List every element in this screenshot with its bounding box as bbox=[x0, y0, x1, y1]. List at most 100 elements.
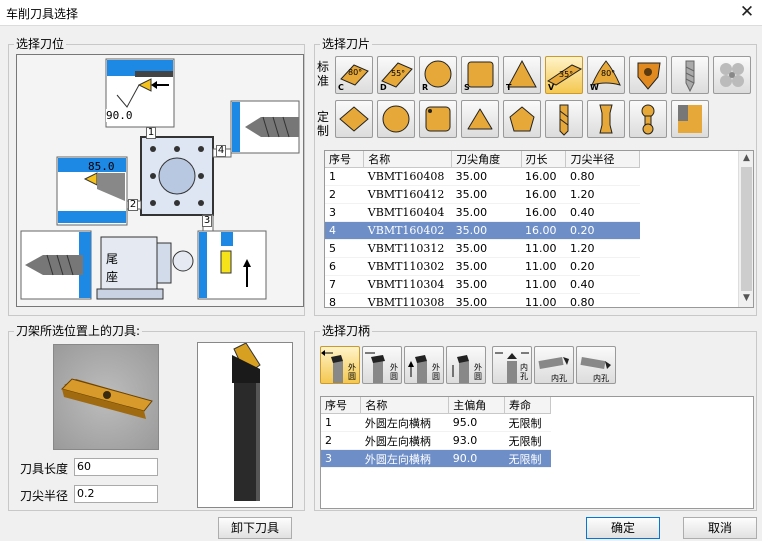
insert-row[interactable]: 6 VBMT110302 35.00 11.00 0.20 bbox=[325, 257, 640, 276]
custom-round-button[interactable] bbox=[377, 100, 415, 138]
thread-insert-button[interactable] bbox=[629, 56, 667, 94]
col-holder-name[interactable]: 名称 bbox=[360, 397, 450, 414]
tool-length-field[interactable]: 60 bbox=[74, 458, 158, 476]
cancel-button[interactable]: 取消 bbox=[683, 517, 757, 539]
insert-type-r-button[interactable]: R bbox=[419, 56, 457, 94]
holder-preview bbox=[197, 342, 293, 508]
custom-triangle-button[interactable] bbox=[461, 100, 499, 138]
insert-cell: 0.80 bbox=[565, 293, 640, 307]
custom-keyhole-button[interactable] bbox=[629, 100, 667, 138]
insert-type-s-button[interactable]: S bbox=[461, 56, 499, 94]
insert-cell: 0.20 bbox=[565, 221, 640, 240]
holder-type-3-button[interactable]: 外圆 bbox=[404, 346, 444, 384]
mill-tool-button[interactable] bbox=[713, 56, 751, 94]
custom-block-button[interactable] bbox=[671, 100, 709, 138]
insert-table-body: 1 VBMT160408 35.00 16.00 0.80 2 VBMT160412 35.0… bbox=[325, 167, 640, 307]
holder-row[interactable]: 1 外圆左向横柄 95.0 无限制 bbox=[321, 413, 551, 432]
unload-tool-button[interactable]: 卸下刀具 bbox=[218, 517, 292, 539]
scroll-down-icon[interactable]: ▼ bbox=[739, 291, 753, 306]
insert-cell: 0.20 bbox=[565, 257, 640, 276]
holder-shape-icon bbox=[232, 342, 261, 501]
col-tool-life[interactable]: 寿命 bbox=[504, 397, 551, 414]
insert-cell: 0.80 bbox=[565, 167, 640, 186]
holder-cell: 外圆左向横柄 bbox=[360, 431, 449, 450]
custom-pentagon-button[interactable] bbox=[503, 100, 541, 138]
insert-row[interactable]: 3 VBMT160404 35.00 16.00 0.40 bbox=[325, 203, 640, 222]
insert-row[interactable]: 4 VBMT160402 35.00 16.00 0.20 bbox=[325, 221, 640, 240]
insert-row[interactable]: 2 VBMT160412 35.00 16.00 1.20 bbox=[325, 185, 640, 204]
col-holder-index[interactable]: 序号 bbox=[321, 397, 362, 414]
insert-type-v-button[interactable]: V 35° bbox=[545, 56, 583, 94]
custom-triangle-icon bbox=[467, 108, 493, 130]
holder-cell: 90.0 bbox=[448, 449, 505, 468]
insert-row[interactable]: 1 VBMT160408 35.00 16.00 0.80 bbox=[325, 167, 640, 186]
holder-type-4-button[interactable]: 外圆 bbox=[446, 346, 486, 384]
tip-radius-field[interactable]: 0.2 bbox=[74, 485, 158, 503]
custom-block-icon bbox=[678, 105, 702, 133]
insert-cell: 0.40 bbox=[565, 203, 640, 222]
insert-table: 序号 名称 刀尖角度 刃长 刀尖半径 1 VBMT160408 35.00 16.00… bbox=[325, 151, 640, 307]
holder-type-5-button[interactable]: 内孔 bbox=[492, 346, 532, 384]
insert-row[interactable]: 5 VBMT110312 35.00 11.00 1.20 bbox=[325, 239, 640, 258]
holder-cell: 1 bbox=[321, 413, 361, 432]
holder-cell: 93.0 bbox=[448, 431, 505, 450]
col-name[interactable]: 名称 bbox=[363, 151, 453, 168]
insert-cell: 11.00 bbox=[521, 257, 566, 276]
close-button[interactable]: ✕ bbox=[736, 2, 758, 22]
insert-type-w-button[interactable]: W 80° bbox=[587, 56, 625, 94]
insert-type-c-button[interactable]: C 80° bbox=[335, 56, 373, 94]
custom-groove-button[interactable] bbox=[587, 100, 625, 138]
holder-type-6-button[interactable]: 内孔 bbox=[534, 346, 574, 384]
holder-group-label: 选择刀柄 bbox=[320, 324, 373, 338]
col-index[interactable]: 序号 bbox=[325, 151, 365, 168]
insert-table-scrollbar[interactable]: ▲ ▼ bbox=[738, 151, 753, 307]
tailstock-label-1: 尾 bbox=[106, 252, 119, 266]
insert-cell: 35.00 bbox=[451, 275, 522, 294]
holder-table: 序号 名称 主偏角 寿命 1 外圆左向横柄 95.0 无限制 2 外圆左向横柄 93.0 无限… bbox=[321, 397, 551, 468]
insert-preview bbox=[53, 344, 159, 450]
tap-tool-button[interactable] bbox=[671, 56, 709, 94]
col-tip-angle[interactable]: 刀尖角度 bbox=[451, 151, 522, 168]
insert-cell: 4 bbox=[325, 221, 364, 240]
insert-cell: 35.00 bbox=[451, 167, 522, 186]
holder-type-2-button[interactable]: 外圆 bbox=[362, 346, 402, 384]
scroll-up-icon[interactable]: ▲ bbox=[739, 151, 753, 166]
scroll-thumb[interactable] bbox=[741, 167, 752, 291]
insert-row[interactable]: 8 VBMT110308 35.00 11.00 0.80 bbox=[325, 293, 640, 307]
insert-cell: VBMT160402 bbox=[363, 221, 452, 240]
col-edge-length[interactable]: 刃长 bbox=[521, 151, 567, 168]
insert-cell: 11.00 bbox=[521, 239, 566, 258]
col-lead-angle[interactable]: 主偏角 bbox=[448, 397, 506, 414]
insert-cell: 3 bbox=[325, 203, 364, 222]
insert-cell: 6 bbox=[325, 257, 364, 276]
custom-rhombus-button[interactable] bbox=[335, 100, 373, 138]
station-1-label[interactable]: 1 bbox=[146, 127, 156, 139]
insert-cell: 35.00 bbox=[451, 203, 522, 222]
holder-row[interactable]: 2 外圆左向横柄 93.0 无限制 bbox=[321, 431, 551, 450]
holder-type-1-button[interactable]: 外圆 bbox=[320, 346, 360, 384]
insert-cell: 16.00 bbox=[521, 167, 566, 186]
col-tip-radius[interactable]: 刀尖半径 bbox=[565, 151, 640, 168]
insert-row[interactable]: 7 VBMT110304 35.00 11.00 0.40 bbox=[325, 275, 640, 294]
station-2-label[interactable]: 2 bbox=[128, 199, 138, 211]
top-station-value: 90.0 bbox=[106, 109, 133, 122]
confirm-button[interactable]: 确定 bbox=[586, 517, 660, 539]
holder-type-7-button[interactable]: 内孔 bbox=[576, 346, 616, 384]
insert-type-t-button[interactable]: T bbox=[503, 56, 541, 94]
insert-cell: 16.00 bbox=[521, 221, 566, 240]
insert-type-d-button[interactable]: D 55° bbox=[377, 56, 415, 94]
holder-cell: 95.0 bbox=[448, 413, 505, 432]
insert-cell: 0.40 bbox=[565, 275, 640, 294]
custom-drill-button[interactable] bbox=[545, 100, 583, 138]
station-3-label[interactable]: 3 bbox=[202, 215, 212, 227]
station-4-label[interactable]: 4 bbox=[216, 145, 226, 157]
tip-radius-label: 刀尖半径 bbox=[20, 489, 69, 503]
holder-row[interactable]: 3 外圆左向横柄 90.0 无限制 bbox=[321, 449, 551, 468]
custom-square-button[interactable] bbox=[419, 100, 457, 138]
insert-cell: 1 bbox=[325, 167, 364, 186]
insert-cell: VBMT160404 bbox=[363, 203, 452, 222]
holder-cell: 外圆左向横柄 bbox=[360, 413, 449, 432]
custom-drill-icon bbox=[559, 104, 569, 136]
insert-group-label: 选择刀片 bbox=[320, 37, 373, 51]
insert-cell: 35.00 bbox=[451, 185, 522, 204]
